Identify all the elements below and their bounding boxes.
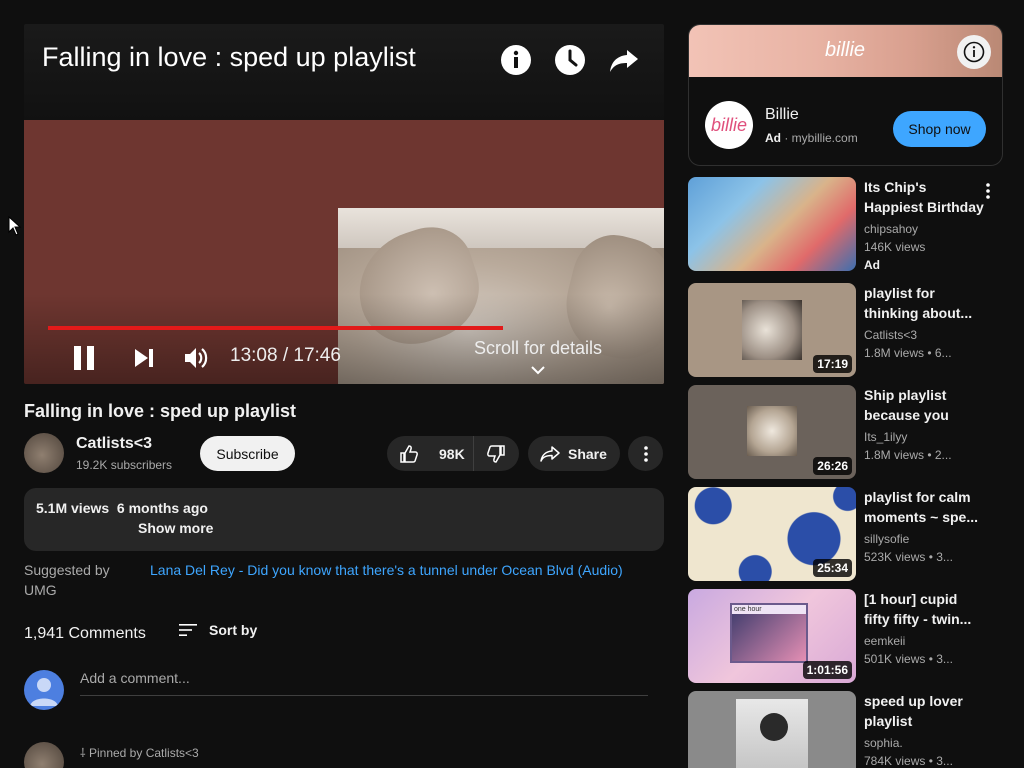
volume-icon[interactable] bbox=[180, 342, 212, 374]
suggested-video-link[interactable]: Lana Del Rey - Did you know that there's… bbox=[150, 562, 623, 578]
pinned-label: ⸸ Pinned by Catlists<3 bbox=[80, 744, 199, 761]
info-icon[interactable] bbox=[500, 44, 532, 76]
ad-info-icon[interactable] bbox=[957, 35, 991, 69]
video-stats: 146K views bbox=[864, 240, 926, 254]
subscriber-count: 19.2K subscribers bbox=[76, 458, 173, 472]
commenter-avatar[interactable] bbox=[24, 742, 64, 768]
recommended-video[interactable]: Its Chip's Happiest Birthday chipsahoy 1… bbox=[688, 177, 1008, 272]
ad-card[interactable]: billie billie Billie Ad · mybillie.com S… bbox=[688, 24, 1003, 166]
video-title[interactable]: playlist for calm moments ~ spe... bbox=[864, 487, 984, 527]
add-comment-input[interactable]: Add a comment... bbox=[80, 670, 648, 696]
more-actions-button[interactable] bbox=[628, 436, 663, 471]
chevron-down-icon bbox=[531, 366, 545, 375]
shop-now-button[interactable]: Shop now bbox=[893, 111, 986, 147]
recommended-video[interactable]: 17:19 playlist for thinking about... Cat… bbox=[688, 283, 1008, 377]
more-vert-icon bbox=[643, 445, 648, 462]
video-thumbnail[interactable]: 17:19 bbox=[688, 283, 856, 377]
channel-avatar[interactable] bbox=[24, 433, 64, 473]
ad-banner-brand: billie bbox=[825, 39, 866, 61]
pin-icon: ⸸ bbox=[80, 746, 86, 760]
video-duration: 26:26 bbox=[813, 457, 852, 475]
video-title[interactable]: playlist for thinking about... bbox=[864, 283, 984, 323]
time-display: 13:08 / 17:46 bbox=[230, 345, 341, 366]
like-button[interactable]: 98K bbox=[387, 436, 474, 471]
channel-name[interactable]: sillysofie bbox=[864, 532, 909, 546]
ad-meta: Ad · mybillie.com bbox=[765, 131, 858, 145]
video-player[interactable]: Falling in love : sped up playlist 13:08… bbox=[24, 24, 664, 384]
video-thumbnail[interactable] bbox=[688, 177, 856, 271]
comments-count: 1,941 Comments bbox=[24, 625, 146, 642]
share-button[interactable]: Share bbox=[528, 436, 620, 471]
recommended-video[interactable]: 26:26 Ship playlist because you are... I… bbox=[688, 385, 1008, 479]
video-thumbnail[interactable]: one hour 1:01:56 bbox=[688, 589, 856, 683]
player-title: Falling in love : sped up playlist bbox=[42, 42, 416, 72]
share-label: Share bbox=[568, 445, 607, 462]
dislike-button[interactable] bbox=[474, 436, 518, 471]
user-avatar bbox=[24, 670, 64, 710]
channel-name[interactable]: sophia. bbox=[864, 736, 903, 750]
sort-by-button[interactable]: Sort by bbox=[178, 622, 257, 638]
description-box[interactable]: 5.1M views 6 months ago Show more bbox=[24, 488, 664, 551]
thumbs-up-icon bbox=[400, 444, 418, 463]
next-icon[interactable] bbox=[128, 344, 160, 372]
ad-brand-name[interactable]: Billie bbox=[765, 106, 799, 124]
show-more-link[interactable]: Show more bbox=[138, 520, 213, 536]
scroll-for-details[interactable]: Scroll for details bbox=[470, 338, 606, 380]
channel-name[interactable]: chipsahoy bbox=[864, 222, 918, 236]
channel-name[interactable]: eemkeii bbox=[864, 634, 905, 648]
progress-bar[interactable] bbox=[48, 326, 504, 330]
video-title[interactable]: Ship playlist because you are... bbox=[864, 385, 984, 425]
thumb-window-label: one hour bbox=[732, 605, 806, 614]
channel-name[interactable]: Its_1ilyy bbox=[864, 430, 907, 444]
mouse-cursor-icon bbox=[8, 215, 22, 241]
video-duration: 1:01:56 bbox=[802, 661, 852, 679]
more-vert-icon[interactable] bbox=[980, 181, 996, 201]
scroll-hint-label: Scroll for details bbox=[473, 338, 603, 358]
recommended-video[interactable]: one hour 1:01:56 [1 hour] cupid fifty fi… bbox=[688, 589, 1008, 683]
thumbs-down-icon bbox=[487, 444, 505, 463]
ad-domain: mybillie.com bbox=[791, 131, 858, 145]
video-title[interactable]: speed up lover playlist bbox=[864, 691, 984, 731]
video-stats: 1.8M views • 6... bbox=[864, 346, 952, 360]
recommended-video[interactable]: 25:34 playlist for calm moments ~ spe...… bbox=[688, 487, 1008, 581]
video-duration: 25:34 bbox=[813, 559, 852, 577]
subscribe-button[interactable]: Subscribe bbox=[200, 436, 295, 471]
person-icon bbox=[30, 678, 58, 706]
ad-banner-image[interactable]: billie bbox=[689, 25, 1002, 77]
video-thumbnail[interactable]: 26:26 bbox=[688, 385, 856, 479]
video-stats: 523K views • 3... bbox=[864, 550, 953, 564]
share-icon bbox=[540, 445, 560, 462]
video-stats: 784K views • 3... bbox=[864, 754, 953, 768]
ad-badge: Ad bbox=[864, 258, 880, 272]
video-title[interactable]: Its Chip's Happiest Birthday bbox=[864, 177, 984, 217]
watch-later-icon[interactable] bbox=[554, 44, 586, 76]
share-arrow-icon[interactable] bbox=[608, 44, 640, 76]
sort-icon bbox=[179, 624, 197, 636]
channel-name[interactable]: Catlists<3 bbox=[864, 328, 917, 342]
video-stats: 1.8M views • 2... bbox=[864, 448, 952, 462]
suggested-by: Suggested by UMG bbox=[24, 562, 110, 598]
pause-icon[interactable] bbox=[68, 342, 100, 374]
video-thumbnail[interactable] bbox=[688, 691, 856, 768]
recommended-video[interactable]: speed up lover playlist sophia. 784K vie… bbox=[688, 691, 1008, 768]
views-and-date: 5.1M views 6 months ago bbox=[36, 500, 208, 516]
ad-brand-logo[interactable]: billie bbox=[705, 101, 753, 149]
video-stats: 501K views • 3... bbox=[864, 652, 953, 666]
video-thumbnail[interactable]: 25:34 bbox=[688, 487, 856, 581]
pinned-by-text: Pinned by Catlists<3 bbox=[88, 746, 199, 760]
like-dislike-group: 98K bbox=[387, 436, 519, 471]
ad-label: Ad bbox=[765, 131, 781, 145]
sort-by-label: Sort by bbox=[209, 622, 258, 638]
video-title: Falling in love : sped up playlist bbox=[24, 401, 297, 421]
video-duration: 17:19 bbox=[813, 355, 852, 373]
channel-name[interactable]: Catlists<3 bbox=[76, 435, 152, 453]
like-count: 98K bbox=[439, 445, 465, 462]
video-title[interactable]: [1 hour] cupid fifty fifty - twin... bbox=[864, 589, 984, 629]
